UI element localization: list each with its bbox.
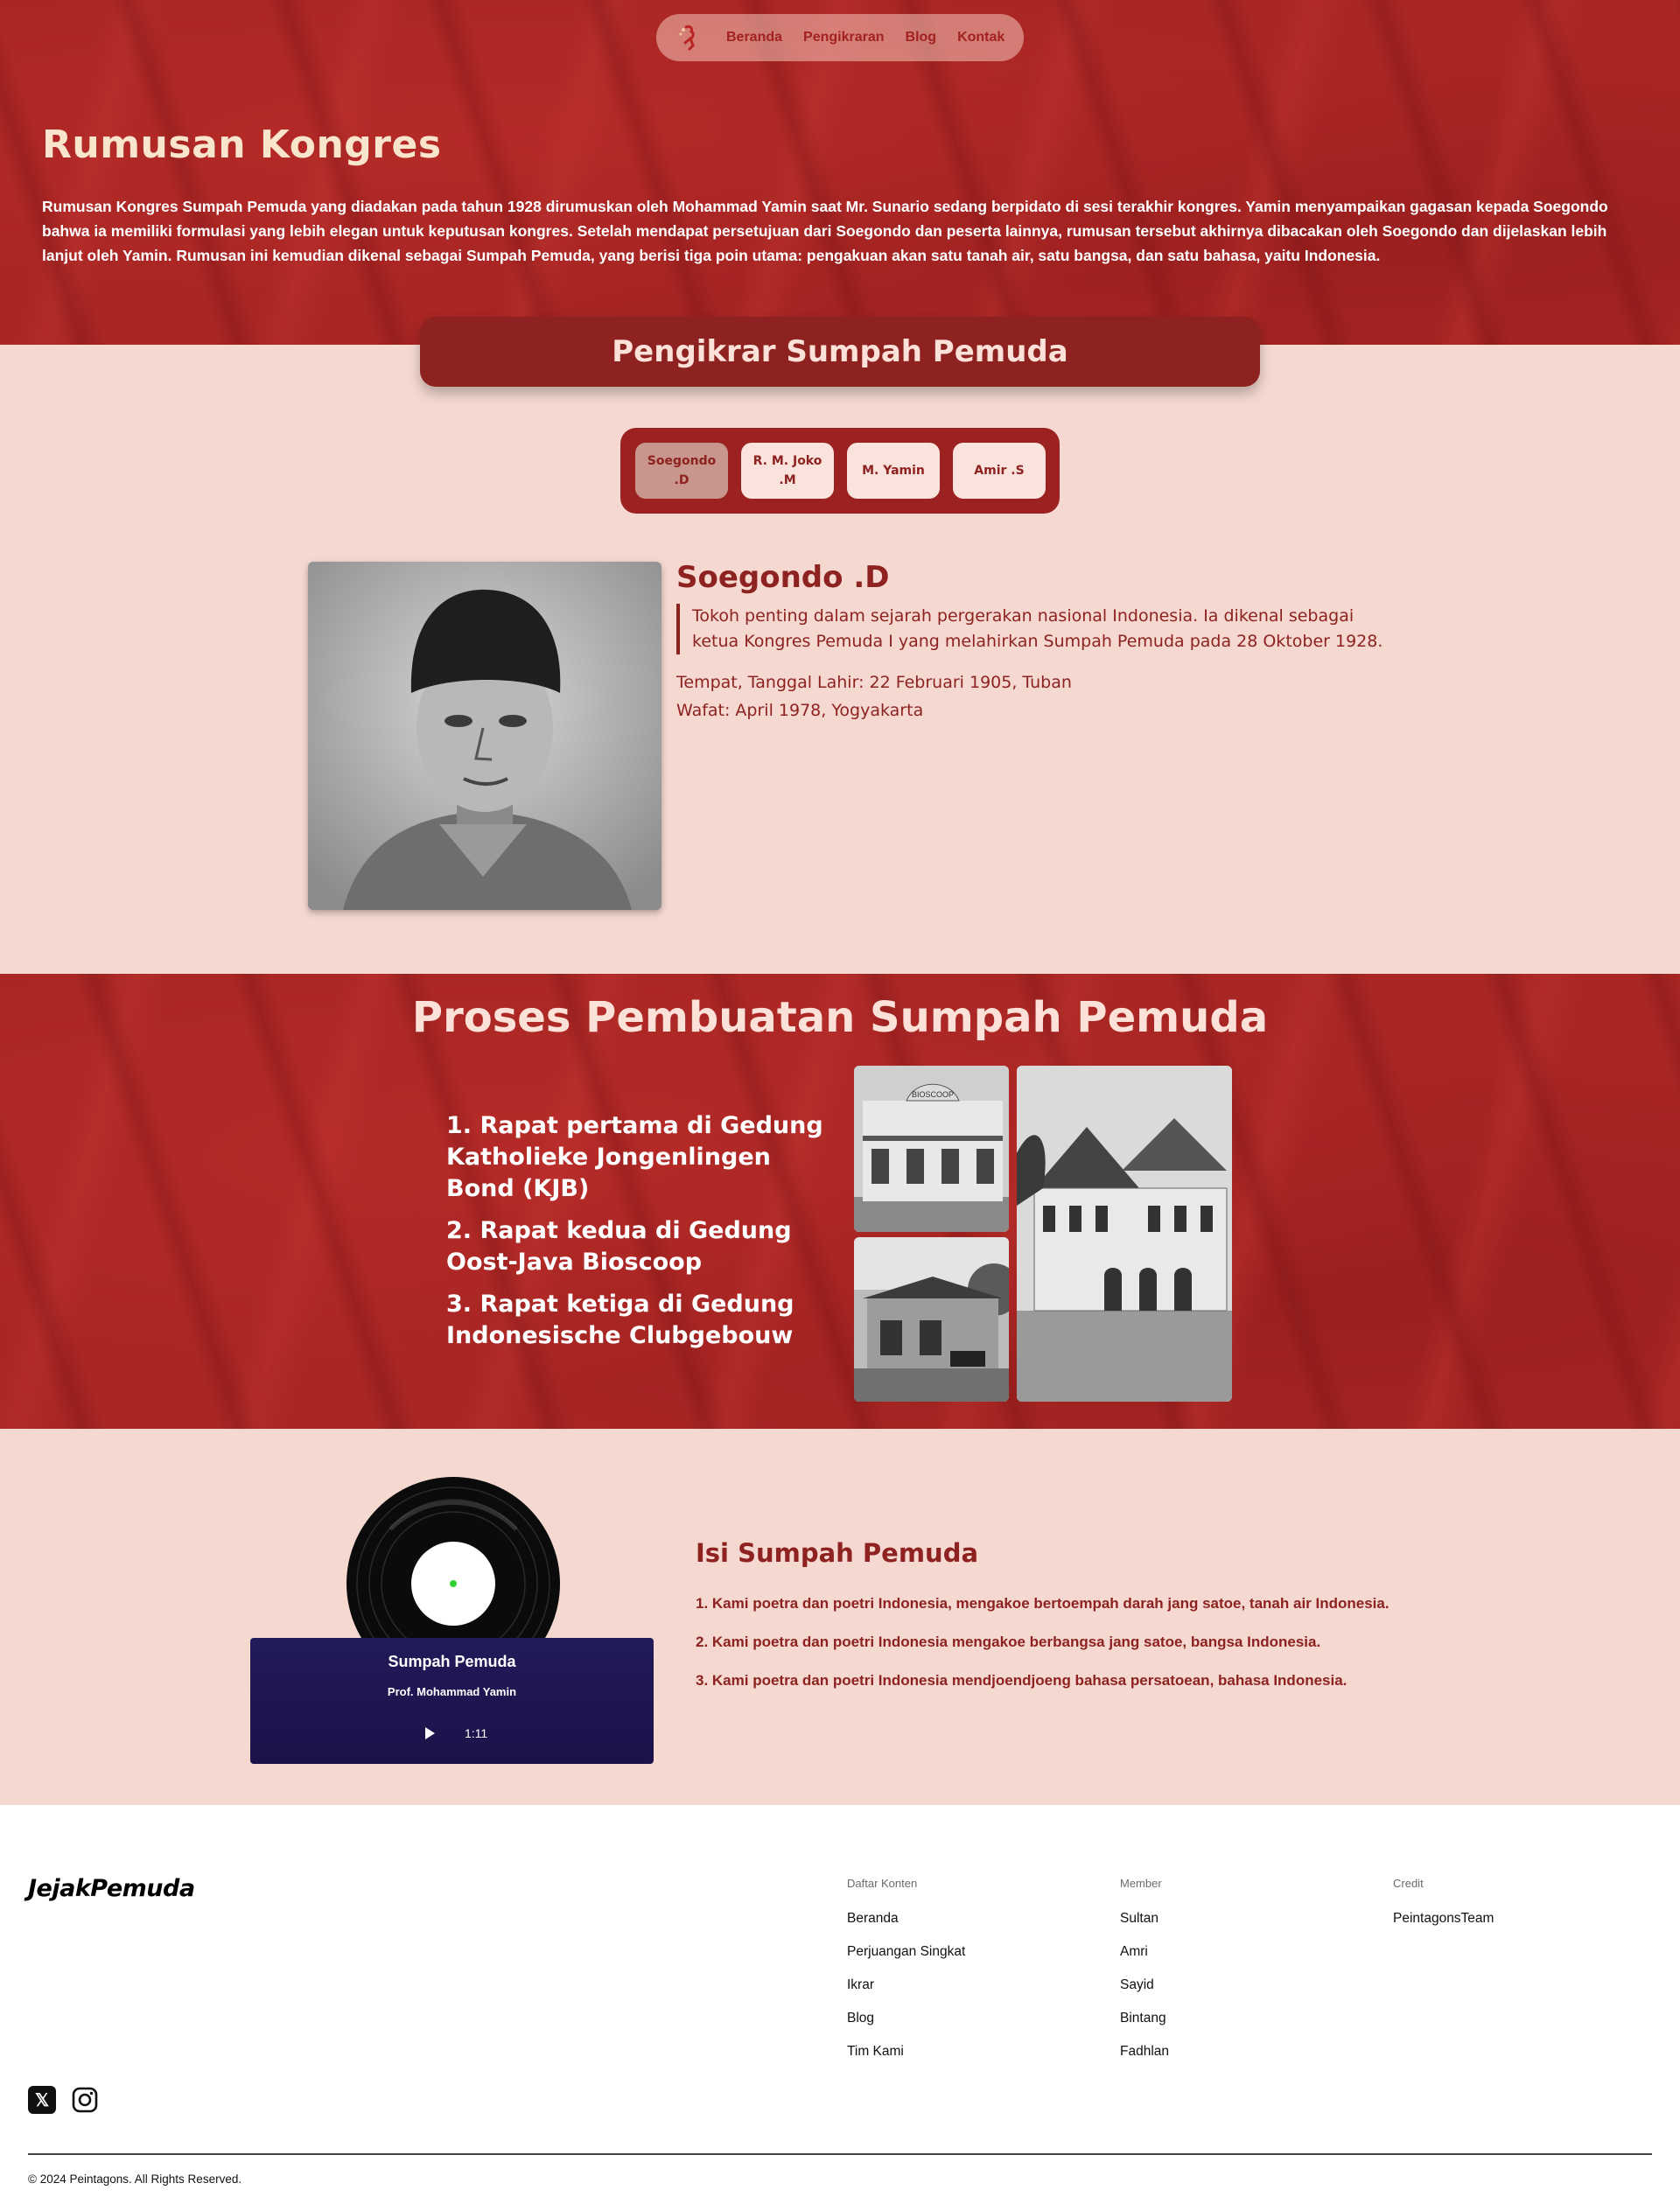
bio-description: Tokoh penting dalam sejarah pergerakan n… — [676, 604, 1392, 654]
top-nav: Beranda Pengikraran Blog Kontak — [656, 14, 1024, 61]
footer-link-credit[interactable]: PeintagonsTeam — [1393, 1911, 1494, 1927]
footer-link-member[interactable]: Amri — [1120, 1944, 1148, 1960]
isi-item: 2. Kami poetra dan poetri Indonesia meng… — [696, 1634, 1321, 1650]
nav-link-beranda[interactable]: Beranda — [726, 30, 782, 45]
track-artist: Prof. Mohammad Yamin — [387, 1685, 517, 1698]
photo-oost-java-bioscoop — [854, 1237, 1009, 1402]
footer-link-member[interactable]: Sultan — [1120, 1911, 1158, 1927]
hero-title: Rumusan Kongres — [42, 122, 442, 167]
tab-soegondo[interactable]: Soegondo .D — [635, 443, 728, 499]
footer-heading-member: Member — [1120, 1877, 1162, 1890]
footer-heading-credit: Credit — [1393, 1877, 1424, 1890]
footer-link-tim[interactable]: Tim Kami — [847, 2044, 904, 2060]
bio-birth: Tempat, Tanggal Lahir: 22 Februari 1905,… — [676, 673, 1072, 692]
tab-label: Amir .S — [974, 464, 1025, 478]
pengikrar-tabs: Soegondo .D R. M. Joko .M M. Yamin Amir .S — [620, 428, 1060, 514]
hero-section: Beranda Pengikraran Blog Kontak Rumusan … — [0, 0, 1680, 345]
photo-indonesische-clubgebouw — [1017, 1066, 1232, 1402]
isi-item: 3. Kami poetra dan poetri Indonesia mend… — [696, 1672, 1348, 1689]
logo-icon[interactable] — [674, 22, 705, 53]
footer-brand[interactable]: JejakPemuda — [28, 1875, 195, 1902]
pengikrar-banner: Pengikrar Sumpah Pemuda — [420, 317, 1260, 387]
play-icon[interactable] — [425, 1727, 435, 1739]
footer-heading-konten: Daftar Konten — [847, 1877, 918, 1890]
proses-item: 3. Rapat ketiga di Gedung Indonesische C… — [446, 1291, 794, 1349]
hero-description: Rumusan Kongres Sumpah Pemuda yang diada… — [42, 198, 1608, 264]
photo-kjb-building: BIOSCOOP — [854, 1066, 1009, 1232]
footer: JejakPemuda Daftar Konten Beranda Perjua… — [0, 1805, 1680, 2204]
proses-item: 1. Rapat pertama di Gedung Katholieke Jo… — [446, 1112, 823, 1202]
audio-player: Sumpah Pemuda Prof. Mohammad Yamin 1:11 — [250, 1638, 654, 1764]
footer-link-member[interactable]: Sayid — [1120, 1977, 1154, 1993]
nav-link-kontak[interactable]: Kontak — [957, 30, 1004, 45]
tab-label: .D — [674, 473, 690, 487]
footer-link-member[interactable]: Bintang — [1120, 2011, 1166, 2026]
track-title: Sumpah Pemuda — [388, 1653, 516, 1670]
nav-link-blog[interactable]: Blog — [906, 30, 937, 45]
bio-death: Wafat: April 1978, Yogyakarta — [676, 701, 924, 720]
tab-joko[interactable]: R. M. Joko .M — [741, 443, 834, 499]
isi-item: 1. Kami poetra dan poetri Indonesia, men… — [696, 1595, 1390, 1612]
tab-amir[interactable]: Amir .S — [953, 443, 1046, 499]
footer-divider — [28, 2153, 1652, 2155]
footer-link-ikrar[interactable]: Ikrar — [847, 1977, 874, 1993]
bio-name: Soegondo .D — [676, 560, 890, 595]
tab-label: Soegondo — [647, 454, 717, 468]
x-icon[interactable]: 𝕏 — [28, 2086, 56, 2114]
tab-yamin[interactable]: M. Yamin — [847, 443, 940, 499]
footer-link-member[interactable]: Fadhlan — [1120, 2044, 1169, 2060]
isi-title: Isi Sumpah Pemuda — [696, 1538, 979, 1568]
nav-link-pengikraran[interactable]: Pengikraran — [803, 30, 884, 45]
tab-label: R. M. Joko — [752, 454, 822, 468]
pengikrar-title: Pengikrar Sumpah Pemuda — [612, 334, 1068, 369]
track-duration: 1:11 — [465, 1726, 488, 1740]
tab-label: .M — [779, 473, 796, 487]
proses-title: Proses Pembuatan Sumpah Pemuda — [411, 993, 1269, 1042]
soegondo-portrait — [308, 562, 662, 910]
photo-sign: BIOSCOOP — [912, 1090, 954, 1099]
proses-section: Proses Pembuatan Sumpah Pemuda 1. Rapat … — [0, 974, 1680, 1429]
footer-link-beranda[interactable]: Beranda — [847, 1911, 899, 1927]
footer-link-perjuangan[interactable]: Perjuangan Singkat — [847, 1944, 965, 1960]
tab-label: M. Yamin — [862, 464, 925, 478]
instagram-icon[interactable] — [70, 2085, 100, 2115]
copyright-text: © 2024 Peintagons. All Rights Reserved. — [28, 2173, 242, 2186]
footer-link-blog[interactable]: Blog — [847, 2011, 874, 2026]
proses-item: 2. Rapat kedua di Gedung Oost-Java Biosc… — [446, 1217, 792, 1276]
